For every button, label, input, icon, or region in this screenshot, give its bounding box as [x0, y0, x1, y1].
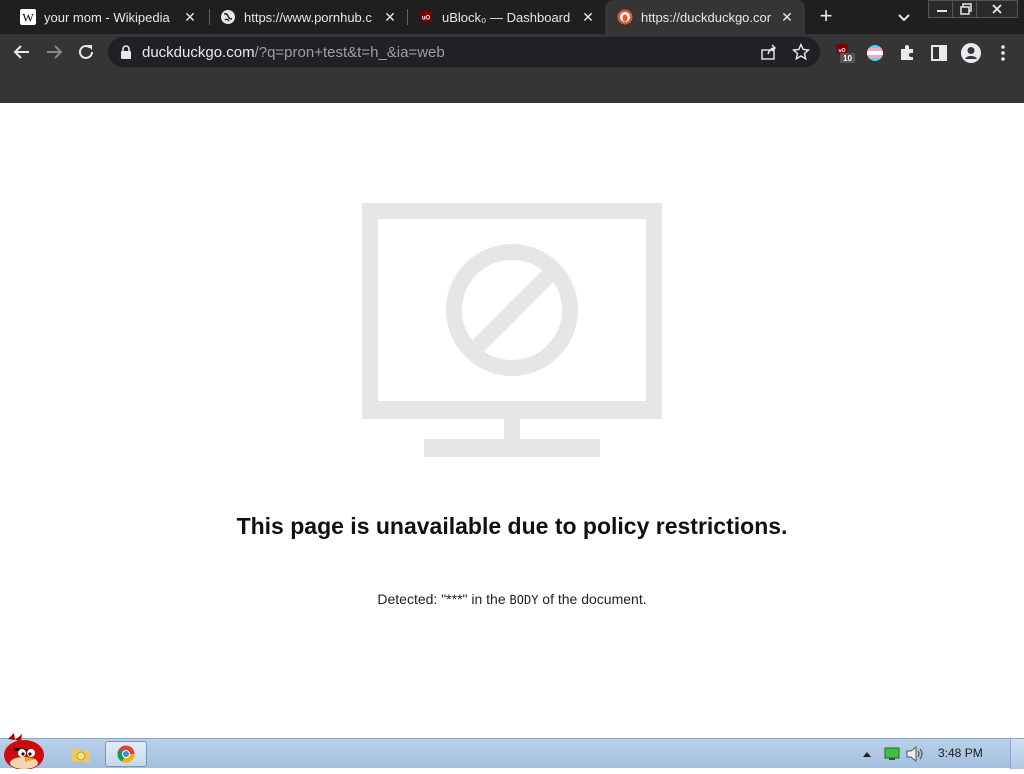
- speaker-icon: [906, 746, 923, 762]
- star-icon[interactable]: [792, 43, 810, 61]
- close-icon: [992, 4, 1002, 14]
- ublock-icon: uO10: [836, 43, 855, 63]
- detail-suffix: of the document.: [538, 591, 647, 607]
- tab-search-button[interactable]: [894, 7, 914, 27]
- close-icon[interactable]: ✕: [182, 9, 198, 25]
- reload-button[interactable]: [72, 38, 100, 66]
- pride-extension-button[interactable]: [864, 42, 886, 64]
- network-tray-button[interactable]: [882, 745, 902, 763]
- new-tab-button[interactable]: +: [814, 5, 838, 29]
- show-hidden-icons-button[interactable]: [860, 745, 874, 763]
- side-panel-icon: [931, 45, 947, 61]
- tab-pornhub[interactable]: https://www.pornhub.c ✕: [208, 0, 408, 34]
- share-icon[interactable]: [760, 43, 778, 61]
- url-path: /?q=pron+test&t=h_&ia=web: [254, 44, 445, 61]
- chrome-icon: [117, 745, 135, 763]
- tab-title: https://www.pornhub.c: [244, 9, 372, 25]
- detection-detail: Detected: "***" in the BODY of the docum…: [0, 591, 1024, 607]
- close-window-button[interactable]: [976, 0, 1018, 18]
- taskbar-clock[interactable]: 3:48 PM: [938, 746, 983, 760]
- volume-tray-button[interactable]: [904, 745, 926, 763]
- restore-icon: [960, 3, 972, 15]
- address-bar[interactable]: duckduckgo.com/?q=pron+test&t=h_&ia=web: [108, 37, 820, 67]
- tab-title: https://duckduckgo.cor: [641, 9, 772, 25]
- page-content: This page is unavailable due to policy r…: [0, 103, 1024, 738]
- tab-wikipedia[interactable]: W your mom - Wikipedia ✕: [8, 0, 208, 34]
- duckduckgo-icon: [617, 9, 633, 25]
- url-text[interactable]: duckduckgo.com/?q=pron+test&t=h_&ia=web: [142, 44, 445, 61]
- puzzle-icon: [901, 45, 913, 60]
- kebab-menu-icon: [1001, 45, 1005, 61]
- forward-button[interactable]: [40, 38, 68, 66]
- tab-title: uBlock₀ — Dashboard: [442, 9, 571, 25]
- close-icon[interactable]: ✕: [580, 9, 596, 25]
- extensions-button[interactable]: [896, 42, 918, 64]
- trans-flag-icon: [867, 45, 883, 61]
- tab-ublock-dashboard[interactable]: uO uBlock₀ — Dashboard ✕: [406, 0, 606, 34]
- start-button[interactable]: [0, 731, 52, 770]
- detail-prefix: Detected: "***" in the: [377, 591, 510, 607]
- menu-button[interactable]: [992, 42, 1014, 64]
- close-icon[interactable]: ✕: [382, 9, 398, 25]
- page-headline: This page is unavailable due to policy r…: [236, 513, 788, 539]
- minimize-icon: [937, 10, 947, 12]
- angry-bird-icon: [4, 733, 44, 770]
- close-icon[interactable]: ✕: [779, 9, 795, 25]
- reload-icon: [79, 44, 93, 59]
- svg-text:W: W: [22, 11, 34, 25]
- back-button[interactable]: [8, 38, 36, 66]
- show-desktop-button[interactable]: [1010, 739, 1024, 769]
- lock-icon[interactable]: [120, 45, 132, 59]
- svg-text:uO: uO: [422, 16, 431, 22]
- avatar-icon: [961, 43, 981, 63]
- taskbar-chrome-button[interactable]: [105, 741, 147, 767]
- windows-taskbar: 3:48 PM: [0, 733, 1024, 770]
- tab-strip: W your mom - Wikipedia ✕ https://www.por…: [0, 0, 1024, 34]
- globe-icon: [220, 9, 236, 25]
- ublock-extension-button[interactable]: uO 10: [834, 42, 856, 64]
- chevron-down-icon: [898, 14, 910, 22]
- folder-icon: [72, 749, 90, 762]
- url-host: duckduckgo.com: [142, 44, 255, 61]
- wikipedia-icon: W: [20, 9, 36, 25]
- blocked-monitor-icon: [362, 203, 662, 457]
- arrow-left-icon: [13, 45, 29, 59]
- ublock-icon: uO: [418, 9, 434, 25]
- browser-toolbar: duckduckgo.com/?q=pron+test&t=h_&ia=web …: [0, 34, 1024, 70]
- tab-duckduckgo[interactable]: https://duckduckgo.cor ✕: [605, 0, 805, 34]
- network-icon: [884, 747, 900, 760]
- bookmarks-bar: [0, 70, 1024, 103]
- taskbar-explorer-button[interactable]: [60, 741, 102, 767]
- detail-element-name: BODY: [509, 593, 539, 607]
- ublock-badge: 10: [843, 54, 852, 63]
- arrow-right-icon: [47, 45, 63, 59]
- tab-title: your mom - Wikipedia: [44, 9, 170, 25]
- profile-button[interactable]: [960, 42, 982, 64]
- chevron-up-icon: [863, 752, 871, 757]
- side-panel-button[interactable]: [928, 42, 950, 64]
